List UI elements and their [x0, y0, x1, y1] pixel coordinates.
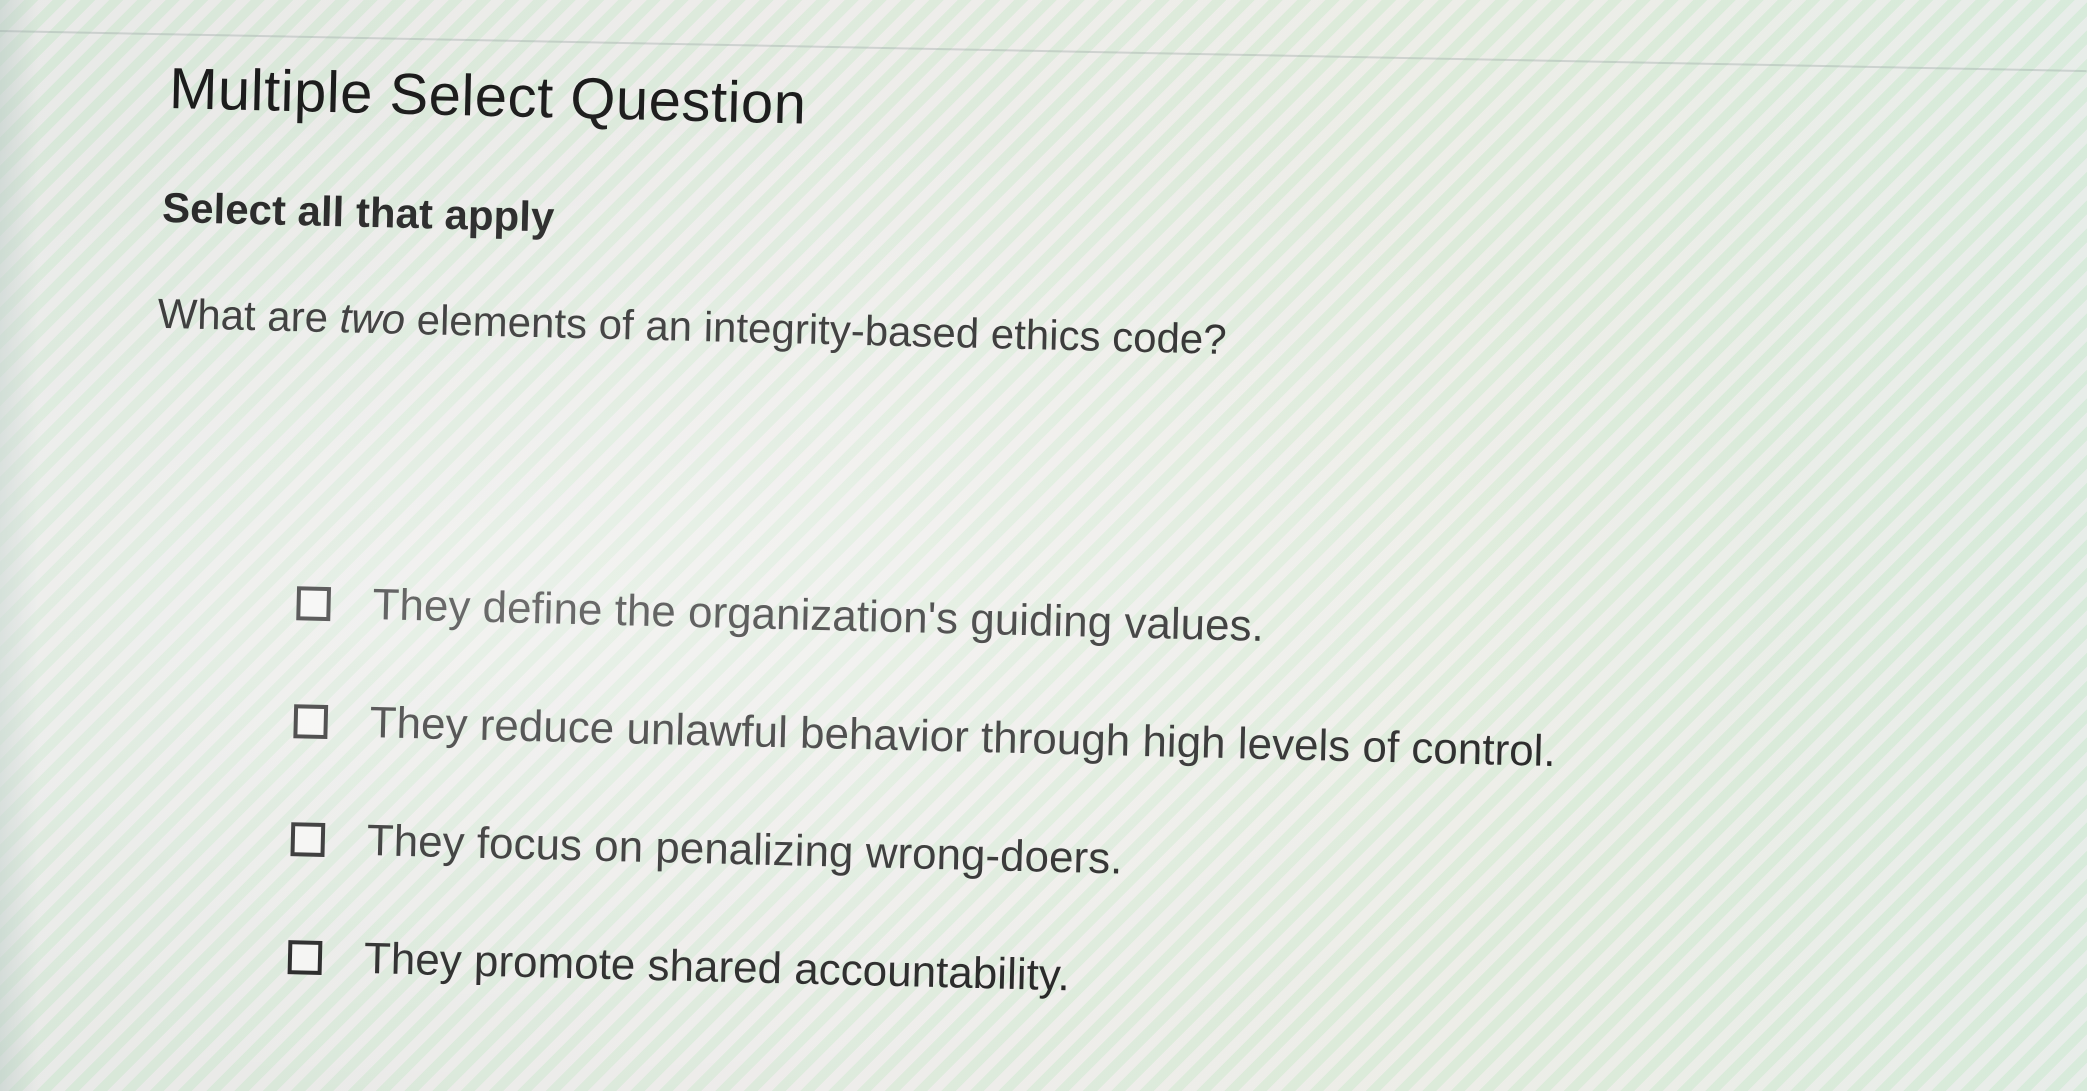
screen: Multiple Select Question Select all that… — [0, 0, 2087, 1091]
option-3-label[interactable]: They focus on penalizing wrong-doers. — [366, 816, 1123, 884]
question-instruction: Select all that apply — [161, 183, 555, 241]
checkbox-option-2[interactable] — [293, 704, 329, 740]
prompt-text-start: What are — [157, 289, 341, 342]
screen-edge-shadow — [0, 0, 38, 1091]
prompt-emphasis: two — [339, 294, 406, 343]
answer-option-3[interactable]: They focus on penalizing wrong-doers. — [290, 809, 1791, 906]
answer-options: They define the organization's guiding v… — [286, 573, 1797, 1082]
answer-option-1[interactable]: They define the organization's guiding v… — [296, 573, 1797, 670]
question-card: Multiple Select Question Select all that… — [146, 55, 1920, 1091]
option-2-label[interactable]: They reduce unlawful behavior through hi… — [369, 698, 1556, 777]
question-title: Multiple Select Question — [168, 55, 808, 137]
answer-option-4[interactable]: They promote shared accountability. — [287, 927, 1788, 1024]
checkbox-option-3[interactable] — [290, 822, 326, 858]
option-4-label[interactable]: They promote shared accountability. — [363, 934, 1070, 1001]
prompt-text-end: elements of an integrity-based ethics co… — [404, 295, 1228, 363]
option-1-label[interactable]: They define the organization's guiding v… — [372, 580, 1264, 652]
checkbox-option-1[interactable] — [296, 586, 332, 622]
answer-option-2[interactable]: They reduce unlawful behavior through hi… — [293, 691, 1794, 788]
question-prompt: What are two elements of an integrity-ba… — [157, 290, 1914, 381]
checkbox-option-4[interactable] — [287, 940, 323, 975]
